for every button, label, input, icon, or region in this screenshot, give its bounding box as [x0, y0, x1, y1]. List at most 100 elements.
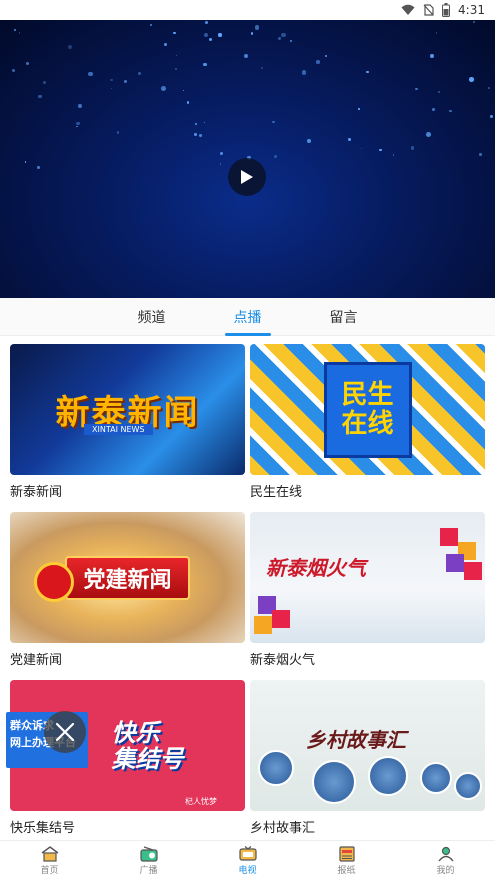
sparkle-decoration: [277, 37, 281, 41]
sparkle-decoration: [273, 155, 277, 158]
sparkle-decoration: [431, 108, 435, 111]
sparkle-decoration: [110, 78, 114, 82]
program-title: 快乐集结号: [10, 821, 76, 836]
sparkle-decoration: [42, 80, 47, 84]
sparkle-decoration: [203, 62, 207, 66]
sparkle-decoration: [289, 39, 292, 42]
video-player[interactable]: [0, 20, 495, 298]
sparkle-decoration: [204, 122, 206, 124]
sparkle-decoration: [425, 132, 431, 137]
sparkle-decoration: [25, 61, 29, 65]
photo-circle: [368, 756, 408, 796]
cube-decoration: [272, 610, 290, 628]
sparkle-decoration: [150, 24, 153, 27]
sparkle-decoration: [360, 147, 363, 150]
program-card[interactable]: 新泰新闻 XINTAI NEWS 新泰新闻: [10, 344, 245, 504]
tab-on-demand[interactable]: 点播: [224, 307, 271, 336]
sparkle-decoration: [78, 104, 82, 108]
thumbnail-banner: 党建新闻: [65, 555, 190, 600]
sparkle-decoration: [219, 152, 223, 156]
sparkle-decoration: [449, 109, 452, 113]
program-thumbnail: 党建新闻: [10, 512, 245, 643]
thumbnail-title: 党建新闻: [83, 566, 172, 593]
radio-icon: [139, 845, 158, 862]
sparkle-decoration: [325, 54, 328, 57]
program-title: 新泰新闻: [10, 485, 63, 500]
program-title: 党建新闻: [10, 653, 63, 668]
sparkle-decoration: [203, 32, 209, 38]
sparkle-decoration: [306, 138, 312, 144]
program-thumbnail: 民生 在线: [250, 344, 485, 475]
sparkle-decoration: [13, 29, 16, 32]
program-title: 民生在线: [250, 485, 303, 500]
tab-channels[interactable]: 频道: [132, 307, 172, 327]
thumbnail-title-line2: 在线: [341, 408, 394, 439]
nav-newspaper[interactable]: 报纸: [297, 841, 396, 880]
sparkle-decoration: [117, 131, 120, 134]
close-icon: [55, 722, 75, 742]
program-card[interactable]: 民生 在线 民生在线: [250, 344, 485, 504]
program-thumbnail: 乡村故事汇: [250, 680, 485, 811]
sparkle-decoration: [11, 68, 16, 72]
floating-ad-close-button[interactable]: [44, 711, 86, 753]
thumbnail-title: 乡村故事汇: [306, 728, 406, 752]
sparkle-decoration: [473, 21, 476, 24]
nav-radio[interactable]: 广播: [99, 841, 198, 880]
sparkle-decoration: [176, 54, 178, 56]
sparkle-decoration: [490, 115, 494, 119]
play-button[interactable]: [228, 158, 266, 196]
battery-icon: [442, 3, 451, 17]
tv-icon: [238, 845, 257, 861]
sparkle-decoration: [205, 21, 209, 25]
program-title: 新泰烟火气: [250, 653, 316, 668]
sparkle-decoration: [174, 68, 177, 71]
nav-home[interactable]: 首页: [0, 841, 99, 880]
program-thumbnail: 新泰新闻 XINTAI NEWS: [10, 344, 245, 475]
user-icon: [437, 846, 454, 861]
cube-decoration: [464, 562, 482, 580]
sparkle-decoration: [194, 122, 197, 125]
nav-tv[interactable]: 电视: [198, 841, 297, 880]
tab-bar: 频道 点播 留言: [0, 298, 495, 336]
no-sim-icon: [423, 4, 434, 16]
nav-label: 广播: [139, 865, 158, 876]
program-card[interactable]: 乡村故事汇 乡村故事汇: [250, 680, 485, 840]
sparkle-decoration: [219, 163, 222, 165]
sparkle-decoration: [469, 77, 474, 82]
tab-messages[interactable]: 留言: [324, 307, 364, 327]
thumbnail-subtitle: XINTAI NEWS: [84, 424, 153, 435]
program-card[interactable]: 党建新闻 党建新闻: [10, 512, 245, 672]
sparkle-decoration: [198, 133, 203, 138]
sparkle-decoration: [301, 70, 307, 75]
program-thumbnail: 新泰烟火气: [250, 512, 485, 643]
sparkle-decoration: [316, 60, 321, 65]
party-emblem-icon: [34, 562, 74, 602]
sparkle-decoration: [243, 54, 248, 59]
program-title: 乡村故事汇: [250, 821, 316, 836]
home-icon: [41, 845, 58, 862]
sparkle-decoration: [76, 126, 78, 128]
sparkle-decoration: [358, 108, 360, 110]
sparkle-decoration: [437, 90, 440, 93]
thumbnail-logo-box: 民生 在线: [323, 361, 412, 458]
sparkle-decoration: [67, 44, 72, 49]
program-card[interactable]: 新泰烟火气 新泰烟火气: [250, 512, 485, 672]
sparkle-decoration: [138, 71, 142, 75]
play-icon: [241, 170, 253, 184]
photo-circle: [454, 772, 482, 800]
thumbnail-title-line1: 快乐: [111, 718, 160, 748]
sparkle-decoration: [379, 148, 382, 151]
nav-label: 报纸: [337, 865, 356, 876]
thumbnail-title-line1: 民生: [341, 379, 394, 410]
thumbnail-title-group: 快乐 集结号: [111, 718, 184, 771]
cube-decoration: [440, 528, 458, 546]
nav-label: 首页: [40, 865, 59, 876]
thumbnail-title: 新泰烟火气: [266, 556, 366, 580]
sparkle-decoration: [430, 54, 435, 59]
sparkle-decoration: [392, 154, 395, 156]
nav-profile[interactable]: 我的: [396, 841, 495, 880]
bottom-nav: 首页 广播 电视 报纸 我的: [0, 840, 495, 880]
sparkle-decoration: [436, 32, 438, 34]
sparkle-decoration: [76, 121, 80, 126]
sparkle-decoration: [173, 31, 176, 35]
